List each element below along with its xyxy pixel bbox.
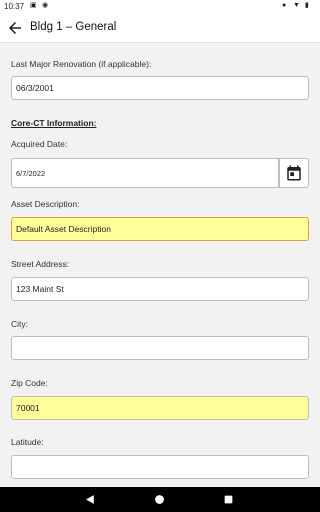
zip-code-field[interactable]: 70001 <box>11 396 309 420</box>
navigation-bar <box>0 487 320 512</box>
last-renovation-label: Last Major Renovation (if applicable): <box>11 59 152 69</box>
asset-description-field[interactable]: Default Asset Description <box>11 217 309 241</box>
image-icon: ▣ <box>30 2 37 9</box>
at-icon: ◉ <box>42 2 49 9</box>
last-renovation-field[interactable]: 06/3/2001 <box>11 76 309 100</box>
wifi-icon: ▼ <box>293 2 300 9</box>
back-triangle-icon <box>86 495 94 504</box>
status-bar: 10:37 ▣ ◉ ● ▼ ▮ <box>0 0 320 13</box>
back-button[interactable] <box>6 19 24 37</box>
location-icon: ● <box>282 2 287 9</box>
nav-home-button[interactable] <box>153 493 166 506</box>
battery-icon: ▮ <box>305 2 309 9</box>
page-title: Bldg 1 – General <box>30 21 117 33</box>
app-bar: Bldg 1 – General <box>0 13 320 43</box>
calendar-icon <box>287 165 301 181</box>
nav-recents-button[interactable] <box>222 493 235 506</box>
home-circle-icon <box>155 495 164 504</box>
arrow-back-icon <box>9 22 21 34</box>
acquired-date-field[interactable]: 6/7/2022 <box>11 158 279 188</box>
recents-square-icon <box>224 495 233 504</box>
status-time: 10:37 <box>4 2 25 11</box>
street-address-field[interactable]: 123 Maint St <box>11 277 309 301</box>
nav-back-button[interactable] <box>84 493 97 506</box>
calendar-button[interactable] <box>279 158 309 188</box>
latitude-label: Latitude: <box>11 437 44 447</box>
acquired-date-label: Acquired Date: <box>11 139 68 149</box>
city-field[interactable] <box>11 336 309 360</box>
city-label: City: <box>11 319 28 329</box>
latitude-field[interactable] <box>11 455 309 479</box>
core-ct-section-title: Core-CT Information: <box>11 118 97 128</box>
zip-code-label: Zip Code: <box>11 378 48 388</box>
asset-description-label: Asset Description: <box>11 199 80 209</box>
form-content[interactable]: Last Major Renovation (if applicable): 0… <box>0 44 320 487</box>
street-address-label: Street Address: <box>11 259 70 269</box>
